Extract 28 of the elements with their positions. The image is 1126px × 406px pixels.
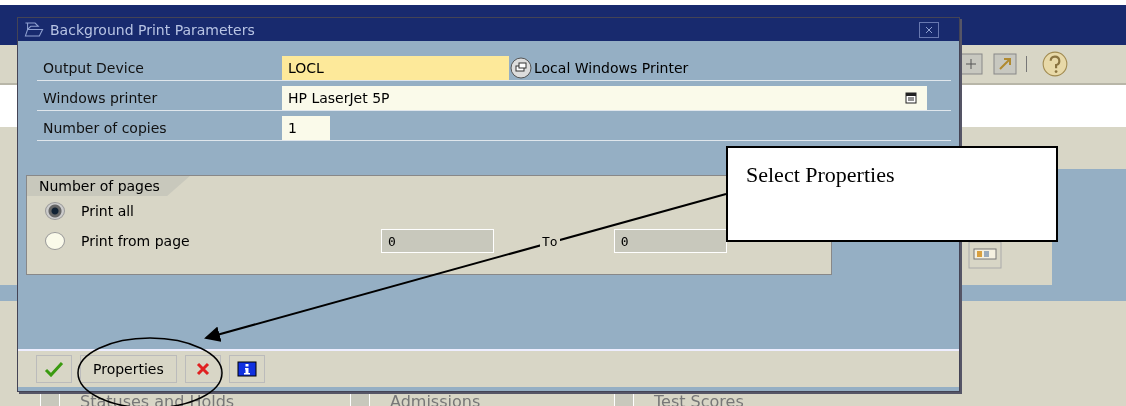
dialog-icon [24, 22, 44, 37]
info-icon [236, 361, 257, 377]
device-description: Local Windows Printer [534, 59, 689, 76]
radio-label: Print all [81, 203, 135, 219]
field-label: Output Device [42, 59, 145, 76]
field-label: Number of copies [42, 119, 168, 136]
dialog-title: Background Print Parameters [50, 21, 256, 38]
field-label: Windows printer [42, 89, 159, 106]
input-field[interactable]: 1 [282, 115, 330, 140]
input-field[interactable]: HP LaserJet 5P [282, 85, 927, 110]
info-button[interactable] [228, 355, 265, 383]
input-field[interactable]: LOCL [282, 55, 509, 80]
selection-icon[interactable] [510, 56, 532, 79]
help-icon[interactable] [1041, 51, 1069, 77]
table-icon[interactable] [968, 241, 1002, 269]
properties-button[interactable]: Properties [80, 355, 177, 383]
input-field[interactable]: 0 [381, 229, 494, 253]
checkmark-icon [44, 361, 64, 377]
dropdown-icon[interactable] [905, 91, 917, 104]
group-title: Number of pages [27, 176, 190, 196]
radio-label: Print from page [81, 233, 191, 249]
radio-button[interactable] [45, 232, 65, 250]
callout-text: Select Properties [746, 162, 895, 187]
close-icon [924, 24, 934, 35]
radio-button[interactable] [45, 202, 65, 220]
cancel-button[interactable] [184, 355, 221, 383]
input-field[interactable]: 0 [613, 229, 727, 253]
close-button[interactable] [919, 21, 939, 38]
